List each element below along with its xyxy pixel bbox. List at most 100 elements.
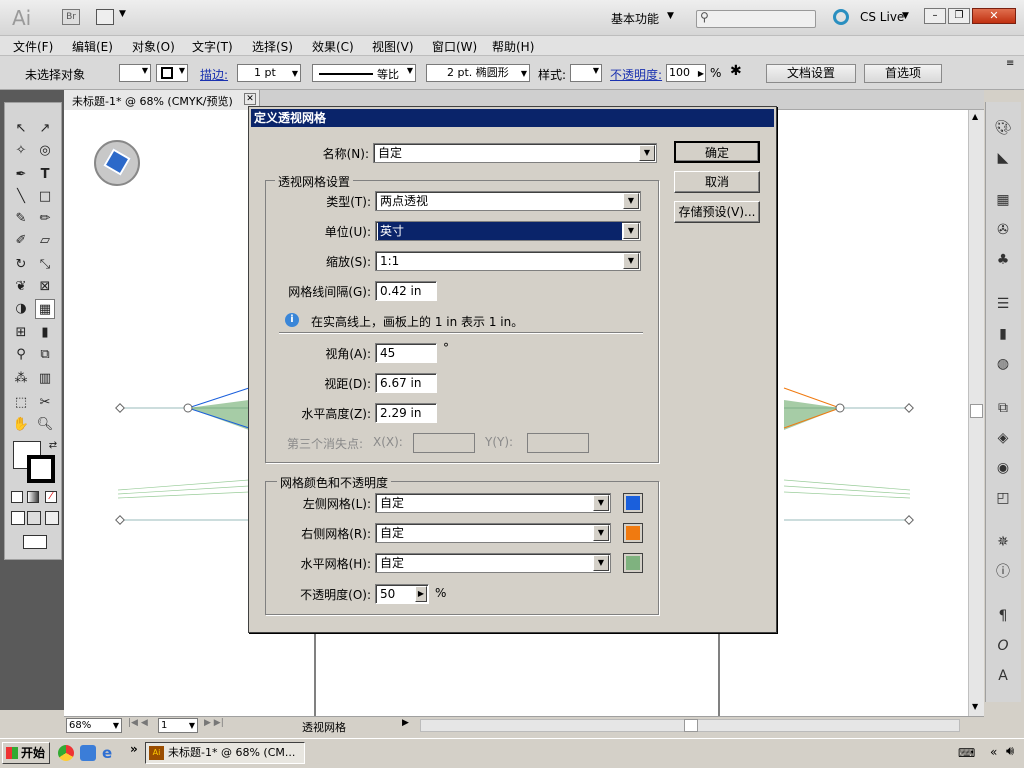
stroke-color-box[interactable]: [27, 455, 55, 483]
search-input[interactable]: ⚲: [696, 10, 816, 28]
distance-input[interactable]: 6.67 in: [375, 373, 437, 393]
zoom-select[interactable]: 68% ▼: [66, 718, 122, 733]
recolor-icon[interactable]: ✱: [730, 63, 742, 79]
panel-menu-icon[interactable]: ≡: [1006, 58, 1014, 69]
horizontal-grid-select[interactable]: 自定 ▼: [375, 553, 611, 573]
horizon-input[interactable]: 2.29 in: [375, 403, 437, 423]
stroke-panel-icon[interactable]: ☰: [992, 294, 1014, 314]
chevron-down-icon[interactable]: ▼: [623, 253, 639, 269]
gradient-panel-icon[interactable]: ▮: [992, 324, 1014, 344]
opacity-field[interactable]: 100 ▶: [666, 64, 706, 82]
eyedropper-tool-icon[interactable]: ⚲: [11, 345, 31, 365]
menu-window[interactable]: 窗口(W): [432, 38, 477, 55]
eraser-tool-icon[interactable]: ▱: [35, 231, 55, 251]
opentype-panel-icon[interactable]: O: [992, 636, 1014, 656]
draw-behind-icon[interactable]: [27, 511, 41, 525]
character-panel-icon[interactable]: A: [992, 666, 1014, 686]
symbols-panel-icon[interactable]: ♣: [992, 250, 1014, 270]
minimize-button[interactable]: –: [924, 8, 946, 24]
gradient-tool-icon[interactable]: ▮: [35, 323, 55, 343]
first-artboard-icon[interactable]: |◀ ◀: [128, 718, 148, 728]
appearance-panel-icon[interactable]: ⧉: [992, 398, 1014, 418]
document-setup-button[interactable]: 文档设置: [766, 64, 856, 83]
rectangle-tool-icon[interactable]: □: [35, 187, 55, 207]
chevron-down-icon[interactable]: ▼: [623, 223, 639, 239]
chevron-right-icon[interactable]: ▶: [415, 586, 427, 602]
free-transform-tool-icon[interactable]: ⊠: [35, 277, 55, 297]
paragraph-panel-icon[interactable]: ¶: [992, 606, 1014, 626]
lasso-tool-icon[interactable]: ◎: [35, 141, 55, 161]
scale-tool-icon[interactable]: ⤡: [35, 255, 55, 275]
graphic-styles-panel-icon[interactable]: ◉: [992, 458, 1014, 478]
vertical-scrollbar[interactable]: ▲ ▼: [968, 110, 984, 716]
layers-panel-icon[interactable]: ◈: [992, 428, 1014, 448]
menu-select[interactable]: 选择(S): [252, 38, 293, 55]
scroll-thumb[interactable]: [970, 404, 983, 418]
screen-mode-icon[interactable]: [23, 535, 47, 549]
right-grid-color-swatch[interactable]: [623, 523, 643, 543]
chevron-down-icon[interactable]: ▼: [639, 145, 655, 161]
magic-wand-tool-icon[interactable]: ✧: [11, 141, 31, 161]
perspective-grid-tool-icon[interactable]: ▦: [35, 299, 55, 319]
chevron-down-icon[interactable]: ▼: [623, 193, 639, 209]
chevron-down-icon[interactable]: ▼: [902, 11, 909, 21]
bridge-button[interactable]: Br: [62, 9, 80, 25]
keyboard-icon[interactable]: ⌨: [958, 746, 975, 760]
draw-normal-icon[interactable]: [11, 511, 25, 525]
scroll-up-icon[interactable]: ▲: [972, 112, 978, 121]
workspace-switcher[interactable]: 基本功能: [611, 10, 659, 27]
menu-edit[interactable]: 编辑(E): [72, 38, 113, 55]
opacity-input[interactable]: 50 ▶: [375, 584, 429, 604]
pen-tool-icon[interactable]: ✒: [11, 165, 31, 185]
name-select[interactable]: 自定 ▼: [373, 143, 657, 163]
gridline-input[interactable]: 0.42 in: [375, 281, 437, 301]
stroke-weight-field[interactable]: 1 pt ▼: [237, 64, 301, 82]
chevron-down-icon[interactable]: ▼: [593, 555, 609, 571]
left-grid-color-swatch[interactable]: [623, 493, 643, 513]
opacity-label[interactable]: 不透明度:: [610, 66, 662, 83]
blob-brush-tool-icon[interactable]: ✐: [11, 231, 31, 251]
menu-view[interactable]: 视图(V): [372, 38, 414, 55]
chevron-down-icon[interactable]: ▼: [667, 11, 674, 21]
warp-tool-icon[interactable]: ❦: [11, 277, 31, 297]
artboard-tool-icon[interactable]: ⬚: [11, 393, 31, 413]
menu-help[interactable]: 帮助(H): [492, 38, 534, 55]
close-icon[interactable]: ✕: [244, 93, 256, 105]
navigator-panel-icon[interactable]: ✵: [992, 532, 1014, 552]
left-grid-select[interactable]: 自定 ▼: [375, 493, 611, 513]
artboards-panel-icon[interactable]: ◰: [992, 488, 1014, 508]
speaker-icon[interactable]: 🔊︎: [1006, 744, 1014, 759]
scale-select[interactable]: 1:1 ▼: [375, 251, 641, 271]
right-grid-select[interactable]: 自定 ▼: [375, 523, 611, 543]
graphic-style-swatch[interactable]: ▼: [570, 64, 602, 82]
artboard-number-field[interactable]: 1 ▼: [158, 718, 198, 733]
mesh-tool-icon[interactable]: ⊞: [11, 323, 31, 343]
angle-input[interactable]: 45: [375, 343, 437, 363]
gradient-mode-icon[interactable]: [27, 491, 39, 503]
ie-icon[interactable]: e: [102, 744, 112, 762]
stroke-label[interactable]: 描边:: [200, 66, 228, 83]
cs-live-button[interactable]: CS Live: [860, 10, 904, 24]
color-mode-icon[interactable]: [11, 491, 23, 503]
swap-colors-icon[interactable]: ⇄: [43, 436, 63, 456]
preferences-button[interactable]: 首选项: [864, 64, 942, 83]
blend-tool-icon[interactable]: ⧉: [35, 345, 55, 365]
menu-object[interactable]: 对象(O): [132, 38, 175, 55]
tray-expand-icon[interactable]: «: [990, 745, 997, 759]
brush-select[interactable]: 2 pt. 椭圆形 ▼: [426, 64, 530, 82]
cancel-button[interactable]: 取消: [674, 171, 760, 193]
stroke-profile-select[interactable]: 等比 ▼: [312, 64, 416, 82]
fill-swatch[interactable]: ▼: [119, 64, 151, 82]
column-graph-tool-icon[interactable]: ▥: [35, 369, 55, 389]
type-select[interactable]: 两点透视 ▼: [375, 191, 641, 211]
brushes-panel-icon[interactable]: ✇: [992, 220, 1014, 240]
last-artboard-icon[interactable]: ▶ ▶|: [204, 718, 224, 728]
paintbrush-tool-icon[interactable]: ✎: [11, 209, 31, 229]
status-menu-icon[interactable]: ▶: [402, 718, 409, 728]
close-button[interactable]: ✕: [972, 8, 1016, 24]
swatches-panel-icon[interactable]: ▦: [992, 190, 1014, 210]
chevron-down-icon[interactable]: ▼: [593, 495, 609, 511]
transparency-panel-icon[interactable]: ◍: [992, 354, 1014, 374]
menu-type[interactable]: 文字(T): [192, 38, 233, 55]
hand-tool-icon[interactable]: ✋: [11, 415, 31, 435]
